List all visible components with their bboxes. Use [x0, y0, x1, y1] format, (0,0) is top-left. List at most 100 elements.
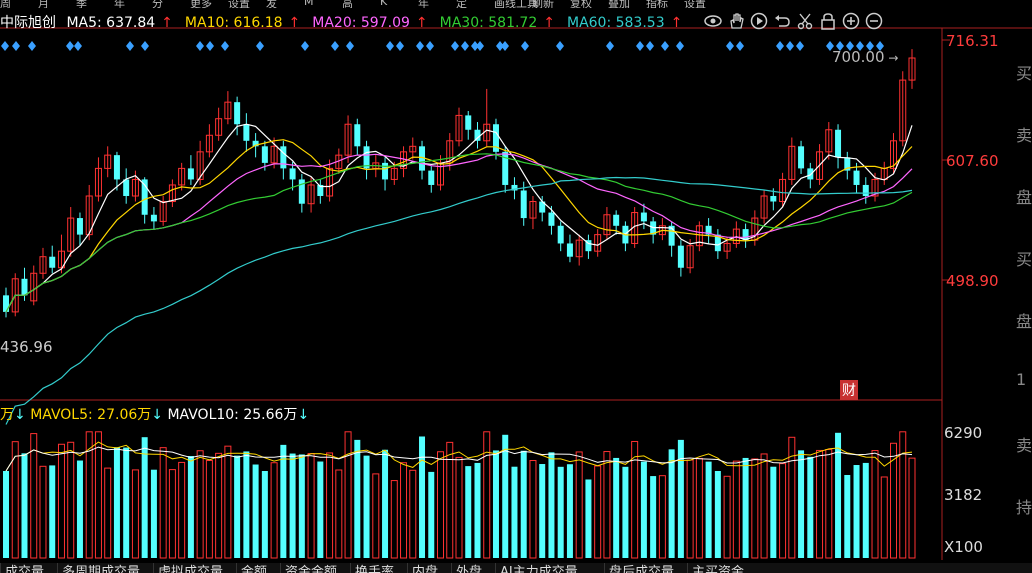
candle — [428, 166, 435, 193]
stock-name: 中际旭创 — [0, 15, 56, 31]
undo-icon[interactable] — [773, 12, 791, 30]
event-marker-diamond — [221, 41, 229, 51]
candle — [502, 146, 509, 193]
candles — [3, 49, 916, 318]
right-strip-char: 买 — [1016, 250, 1032, 269]
bottom-tab-8[interactable]: AI主力成交量 — [495, 563, 578, 573]
ma-arrow: ↑ — [288, 15, 301, 31]
event-marker-diamond — [646, 41, 654, 51]
volume-bar — [557, 466, 564, 558]
bottom-tab-6[interactable]: 内盘 — [407, 563, 438, 573]
candle-body — [21, 278, 28, 296]
volume-bar — [196, 450, 204, 559]
price-axis-label-bottom: 498.90 — [946, 272, 999, 290]
high-price-annotation: 700.00 → — [832, 48, 899, 66]
volume-bar — [141, 437, 148, 558]
candle — [317, 179, 324, 204]
candle — [650, 216, 657, 244]
candle — [474, 122, 481, 149]
candle — [844, 151, 851, 180]
volume-bars — [3, 431, 916, 559]
play-icon[interactable] — [750, 12, 768, 30]
candle-body — [354, 124, 361, 147]
zoom-in-icon[interactable] — [842, 12, 860, 30]
candle — [742, 223, 749, 248]
hand-icon[interactable] — [727, 12, 745, 30]
candle-body — [150, 214, 157, 222]
candle — [566, 234, 573, 263]
eye-icon[interactable] — [704, 12, 722, 30]
ma-legend-1: MA10: 616.18 ↑ — [185, 15, 306, 31]
volume-bar — [742, 457, 749, 558]
candle — [3, 287, 9, 318]
volume-bar — [104, 467, 112, 559]
candle-body — [557, 225, 564, 244]
volume-unit: 万↓ — [0, 407, 26, 423]
bottom-tab-3[interactable]: 金额 — [236, 563, 267, 573]
candle — [455, 107, 463, 147]
volume-bar — [686, 459, 694, 559]
event-marker-diamond — [451, 41, 459, 51]
event-marker-diamond — [331, 41, 339, 51]
financial-report-badge[interactable]: 财 — [840, 380, 858, 400]
candle — [419, 140, 426, 180]
bottom-tab-2[interactable]: 虚拟成交量 — [153, 563, 223, 573]
candle — [465, 110, 472, 140]
event-marker-diamond — [301, 41, 309, 51]
volume-bar — [307, 453, 315, 559]
volume-bar — [705, 461, 712, 558]
volume-bar — [658, 475, 666, 559]
lock-icon[interactable] — [819, 12, 837, 30]
ma-arrow: ↑ — [161, 15, 173, 31]
candle — [150, 207, 157, 230]
right-strip-char: 盘 — [1016, 312, 1032, 331]
volume-bar — [492, 450, 499, 558]
volume-bar — [270, 462, 278, 559]
zoom-out-icon[interactable] — [865, 12, 883, 30]
volume-bar — [723, 475, 731, 559]
event-marker-diamond — [726, 41, 734, 51]
event-marker-diamond — [676, 41, 684, 51]
candle — [123, 168, 130, 204]
ma-arrow: ↑ — [670, 15, 683, 31]
volume-bar — [21, 453, 28, 558]
volume-bar — [751, 458, 759, 559]
volume-bar — [252, 464, 259, 558]
candle — [196, 140, 204, 185]
candle — [205, 124, 213, 158]
candle — [326, 159, 334, 202]
ma-legend-0: MA5: 637.84 ↑ — [66, 15, 178, 31]
candle — [835, 124, 842, 169]
bottom-tab-4[interactable]: 资金金额 — [280, 563, 337, 573]
volume-bar — [113, 447, 120, 558]
bottom-tab-7[interactable]: 外盘 — [451, 563, 482, 573]
candle — [575, 234, 583, 266]
ma-lines — [5, 123, 913, 425]
event-marker-diamond — [386, 41, 394, 51]
candle — [104, 146, 112, 178]
volume-bar — [760, 453, 768, 559]
event-marker-diamond — [786, 41, 794, 51]
volume-bar — [289, 453, 296, 558]
bottom-tab-10[interactable]: 主买资金 — [687, 563, 744, 573]
event-marker-diamond — [556, 41, 564, 51]
volume-bar — [317, 461, 324, 558]
volume-bar — [382, 449, 389, 558]
volume-bar — [807, 456, 814, 558]
mavol5-label: MAVOL5: 27.06万↓ — [30, 407, 163, 423]
bottom-tab-9[interactable]: 盘后成交量 — [604, 563, 674, 573]
volume-bar — [354, 439, 361, 558]
volume-bar — [474, 462, 481, 558]
bottom-tab-1[interactable]: 多周期成交量 — [57, 563, 140, 573]
volume-bar — [798, 450, 805, 558]
event-marker-diamond — [521, 41, 529, 51]
candle-body — [113, 155, 120, 180]
bottom-tab-0[interactable]: 成交量 — [0, 563, 44, 573]
candle — [39, 247, 47, 279]
bottom-tab-5[interactable]: 换手率 — [350, 563, 394, 573]
volume-bar — [178, 461, 186, 559]
scissors-icon[interactable] — [796, 12, 814, 30]
volume-bar — [714, 470, 721, 558]
volume-bar — [455, 456, 463, 559]
kline-chart[interactable] — [0, 0, 1032, 573]
